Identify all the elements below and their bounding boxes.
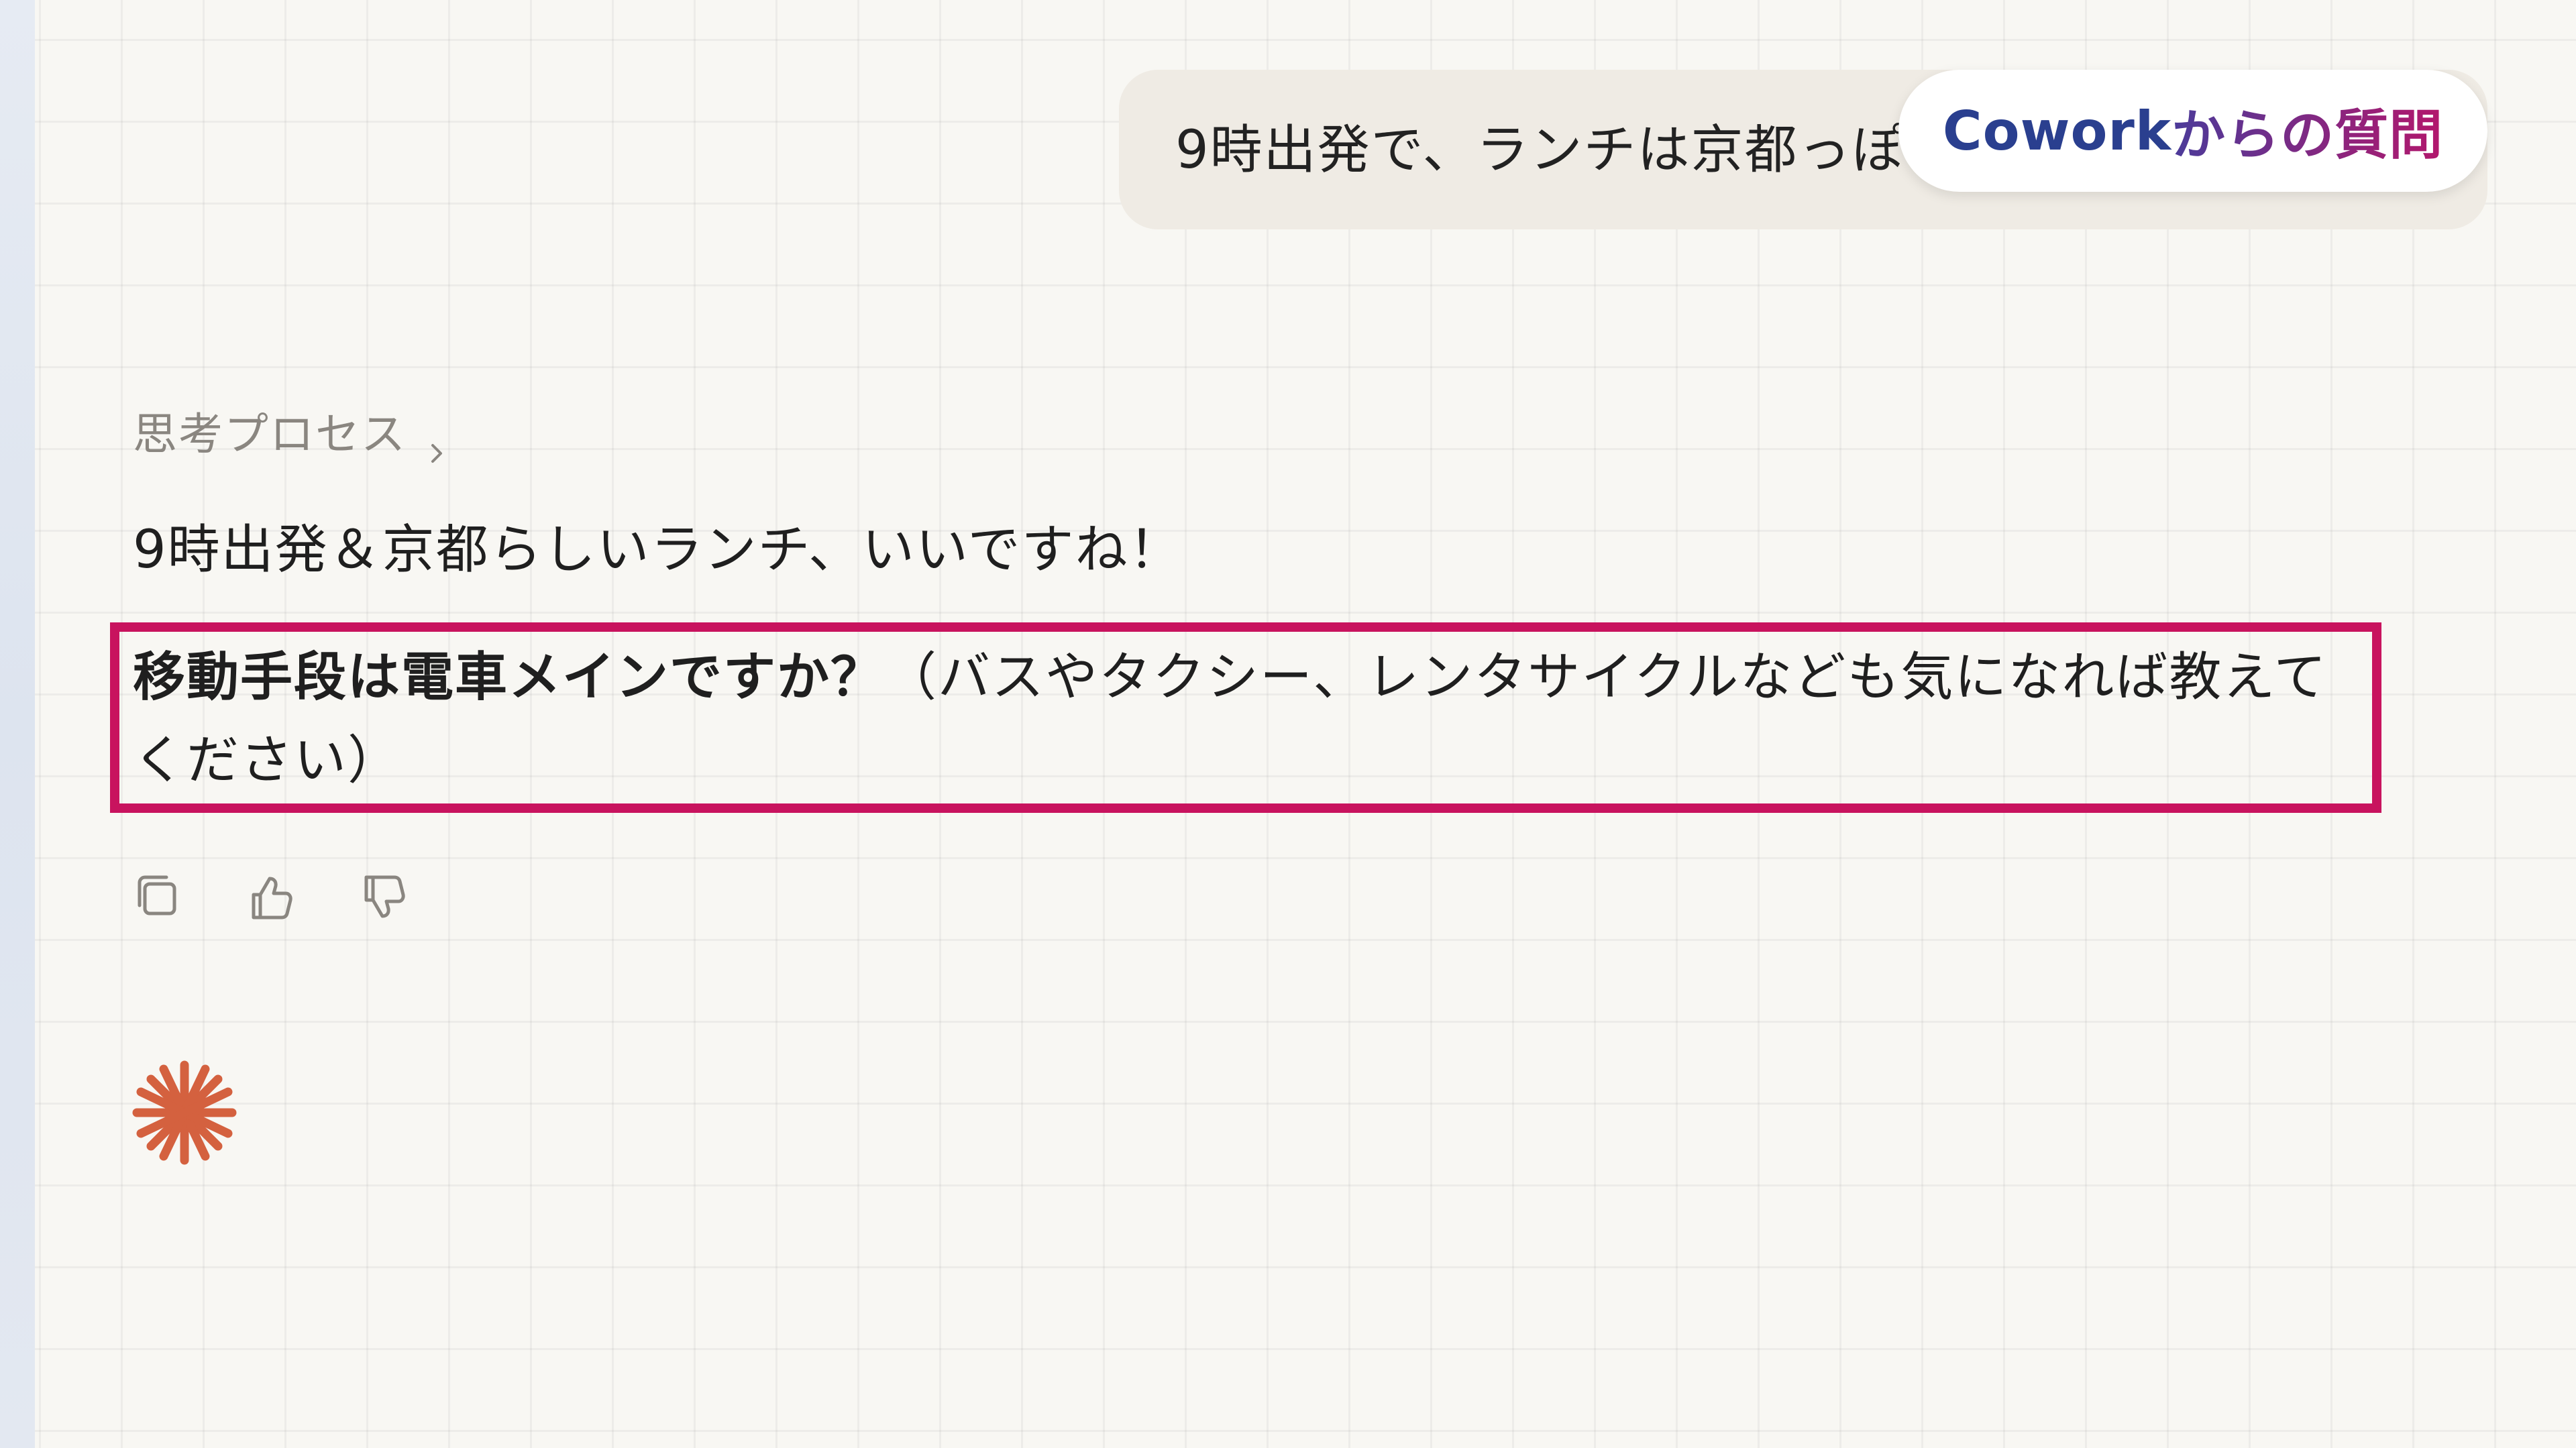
claude-spark-icon: [127, 1056, 241, 1170]
thinking-process-toggle[interactable]: 思考プロセス: [133, 408, 448, 463]
chevron-right-icon: [425, 423, 448, 463]
assistant-question: 移動手段は電車メインですか？（バスやタクシー、レンタサイクルなども気になれば教え…: [133, 636, 2373, 802]
copy-icon: [131, 871, 185, 927]
thumbs-down-icon: [357, 871, 411, 927]
question-bold-text: 移動手段は電車メインですか？: [133, 647, 885, 708]
thumbs-up-button[interactable]: [244, 872, 298, 926]
left-edge-panel: [0, 0, 35, 1448]
assistant-answer-line: 9時出発＆京都らしいランチ、いいですね！: [133, 520, 1183, 580]
thumbs-up-icon: [244, 871, 298, 927]
user-message-text: 9時出発で、ランチは京都っぽ: [1175, 120, 1906, 180]
thinking-process-label: 思考プロセス: [133, 408, 407, 460]
badge-label: からの質問: [2171, 92, 2443, 170]
message-actions: [131, 872, 411, 926]
badge-brand: Cowork: [1942, 99, 2172, 162]
copy-button[interactable]: [131, 872, 185, 926]
thumbs-down-button[interactable]: [357, 872, 411, 926]
cowork-question-badge: Cowork からの質問: [1898, 70, 2487, 192]
